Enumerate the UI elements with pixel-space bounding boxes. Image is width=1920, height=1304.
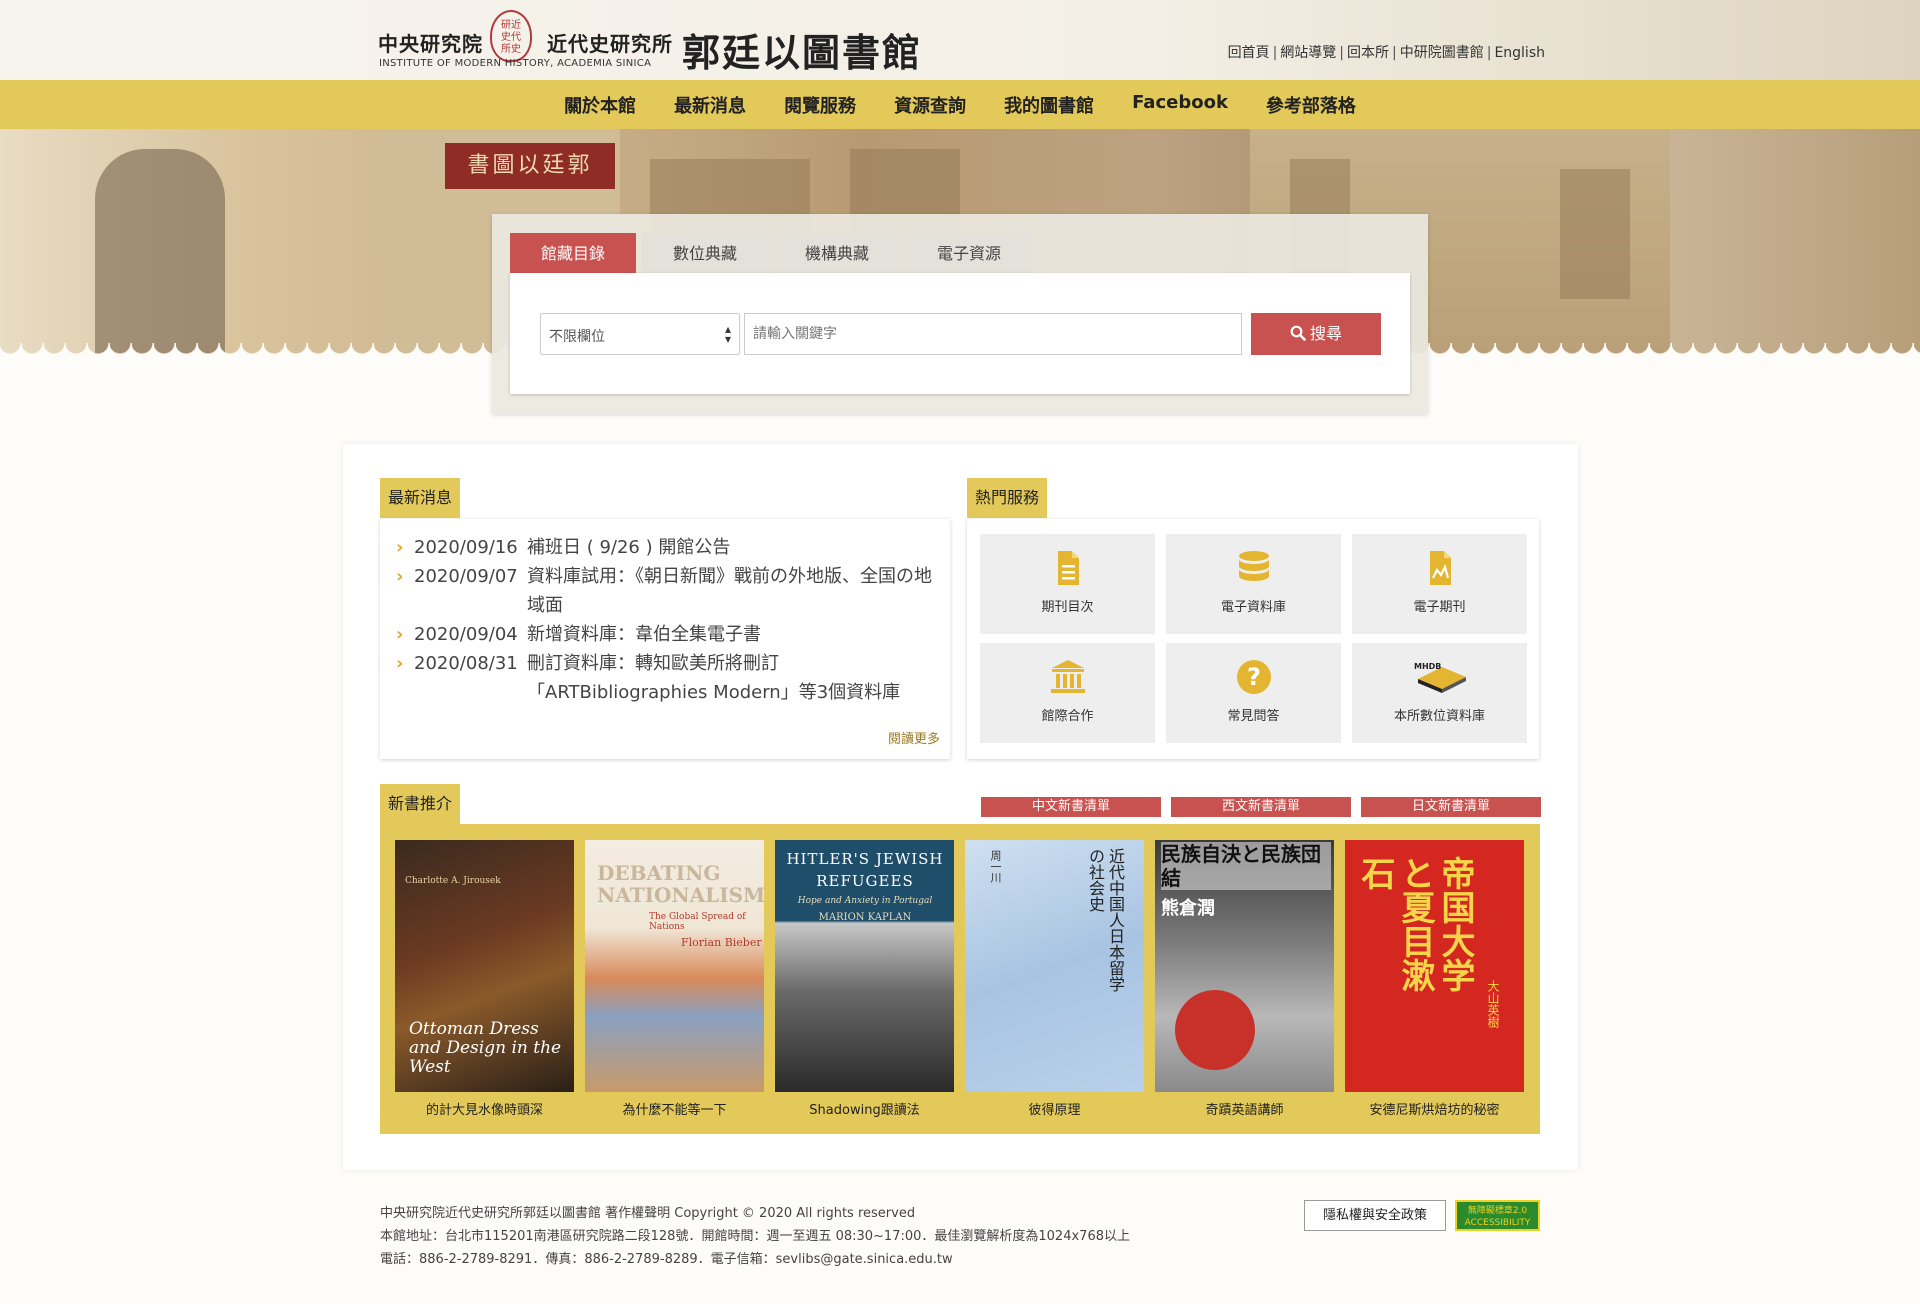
western-booklist-button[interactable]: 西文新書清單 <box>1171 797 1351 817</box>
accessibility-badge[interactable]: 無障礙標章2.0 ACCESSIBILITY <box>1455 1200 1540 1231</box>
tab-e-resources[interactable]: 電子資源 <box>906 233 1032 273</box>
search-icon <box>1290 325 1306 341</box>
news-item[interactable]: › 2020/09/04 新增資料庫：韋伯全集電子書 <box>396 620 950 649</box>
link-sinica-library[interactable]: 中研院圖書館 <box>1400 45 1484 61</box>
book-cover: 周一川 近代中国人日本留学の社会史 <box>965 840 1144 1092</box>
link-home[interactable]: 回首頁 <box>1228 45 1270 61</box>
search-tabs: 館藏目錄 數位典藏 機構典藏 電子資源 <box>510 233 1032 273</box>
search-box: 館藏目錄 數位典藏 機構典藏 電子資源 不限欄位 ▴▾ 搜尋 <box>492 214 1428 414</box>
tab-institutional-repository[interactable]: 機構典藏 <box>774 233 900 273</box>
book-cover: Charlotte A. Jirousek Ottoman Dress and … <box>395 840 574 1092</box>
tab-catalog[interactable]: 館藏目錄 <box>510 233 636 273</box>
tab-digital-archives[interactable]: 數位典藏 <box>642 233 768 273</box>
portrait-figure <box>95 149 225 369</box>
footer-info: 中央研究院近代史研究所郭廷以圖書館 著作權聲明 Copyright © 2020… <box>380 1202 1130 1271</box>
nav-resources[interactable]: 資源查詢 <box>894 92 966 118</box>
service-journal-toc[interactable]: 期刊目次 <box>980 534 1155 634</box>
svg-text:MHDB: MHDB <box>1414 662 1441 671</box>
service-digital-db[interactable]: MHDB 本所數位資料庫 <box>1352 643 1527 743</box>
library-name[interactable]: 郭廷以圖書館 <box>682 22 922 77</box>
privacy-policy-button[interactable]: 隱私權與安全政策 <box>1304 1200 1446 1231</box>
service-e-journals[interactable]: 電子期刊 <box>1352 534 1527 634</box>
nav-facebook[interactable]: Facebook <box>1132 92 1228 118</box>
chevron-right-icon: › <box>396 566 404 587</box>
news-item[interactable]: › 2020/08/31 刪訂資料庫：轉知歐美所將刪訂「ARTBibliograph… <box>396 649 950 707</box>
question-icon: ? <box>1236 660 1271 694</box>
japanese-booklist-button[interactable]: 日文新書清單 <box>1361 797 1541 817</box>
svg-text:?: ? <box>1247 663 1261 691</box>
book-cover: DEBATING NATIONALISM The Global Spread o… <box>585 840 764 1092</box>
document-icon <box>1057 551 1079 585</box>
link-english[interactable]: English <box>1494 45 1545 61</box>
footer-copyright: 中央研究院近代史研究所郭廷以圖書館 著作權聲明 Copyright © 2020… <box>380 1206 916 1221</box>
services-heading: 熱門服務 <box>967 478 1048 518</box>
book-cover: 帝国大学と夏目漱石 大山英樹 <box>1345 840 1524 1092</box>
nav-my-library[interactable]: 我的圖書館 <box>1004 92 1094 118</box>
news-heading: 最新消息 <box>380 478 461 518</box>
book-cover: HITLER'S JEWISH REFUGEES Hope and Anxiet… <box>775 840 954 1092</box>
keyword-input[interactable] <box>744 313 1242 355</box>
book-item[interactable]: HITLER'S JEWISH REFUGEES Hope and Anxiet… <box>775 840 954 1118</box>
link-sitemap[interactable]: 網站導覽 <box>1280 45 1336 61</box>
select-arrows-icon: ▴ ▾ <box>724 322 731 346</box>
main-content: 最新消息 › 2020/09/16 補班日 ( 9/26 ) 開館公告 › 2020/… <box>343 444 1578 1170</box>
seal-icon: 研近 史代 所史 <box>490 10 532 62</box>
news-item[interactable]: › 2020/09/07 資料庫試用：《朝日新聞》戰前の外地版、全国の地域面 <box>396 562 950 620</box>
footer-address: 本館地址：台北市115201南港區研究院路二段128號．開館時間：週一至週五 0… <box>380 1229 1130 1244</box>
nav-about[interactable]: 關於本館 <box>564 92 636 118</box>
read-more-link[interactable]: 閱讀更多 <box>888 728 940 747</box>
nav-services[interactable]: 閱覽服務 <box>784 92 856 118</box>
book-item[interactable]: 周一川 近代中国人日本留学の社会史 彼得原理 <box>965 840 1144 1118</box>
top-links: 回首頁 | 網站導覽 | 回本所 | 中研院圖書館 | English <box>1227 45 1545 61</box>
library-sign: 書圖以廷郭 <box>445 143 615 189</box>
mhdb-icon: MHDB <box>1414 662 1466 693</box>
site-header: 中央研究院 近代史研究所 研近 史代 所史 INSTITUTE OF MODERN H… <box>0 0 1920 80</box>
footer-contact: 電話：886-2-2789-8291．傳真：886-2-2789-8289．電子… <box>380 1252 953 1267</box>
service-faq[interactable]: ? 常見問答 <box>1166 643 1341 743</box>
news-panel: › 2020/09/16 補班日 ( 9/26 ) 開館公告 › 2020/09/07… <box>380 519 950 759</box>
services-panel: 期刊目次 電子資料庫 電子期刊 館際合作 ? 常見問答 MHDB 本所數位資料庫 <box>967 519 1539 759</box>
chevron-right-icon: › <box>396 537 404 558</box>
chinese-booklist-button[interactable]: 中文新書清單 <box>981 797 1161 817</box>
nav-blog[interactable]: 參考部落格 <box>1266 92 1356 118</box>
link-institute[interactable]: 回本所 <box>1347 45 1389 61</box>
nav-news[interactable]: 最新消息 <box>674 92 746 118</box>
book-item[interactable]: Charlotte A. Jirousek Ottoman Dress and … <box>395 840 574 1118</box>
main-nav: 關於本館 最新消息 閱覽服務 資源查詢 我的圖書館 Facebook 參考部落格 <box>0 80 1920 129</box>
database-icon <box>1238 551 1269 581</box>
chart-document-icon <box>1429 551 1451 585</box>
book-item[interactable]: DEBATING NATIONALISM The Global Spread o… <box>585 840 764 1118</box>
service-interlibrary[interactable]: 館際合作 <box>980 643 1155 743</box>
org-name: 中央研究院 <box>378 32 483 56</box>
chevron-right-icon: › <box>396 653 404 674</box>
institution-icon <box>1050 660 1085 693</box>
field-select[interactable]: 不限欄位 ▴ ▾ <box>540 313 740 355</box>
new-books-shelf: Charlotte A. Jirousek Ottoman Dress and … <box>380 824 1540 1134</box>
book-cover: 民族自決と民族団結 熊倉潤 <box>1155 840 1334 1092</box>
book-item[interactable]: 帝国大学と夏目漱石 大山英樹 安德尼斯烘焙坊的秘密 <box>1345 840 1524 1118</box>
search-panel: 不限欄位 ▴▾ 搜尋 <box>510 273 1410 394</box>
institute-name-en: INSTITUTE OF MODERN HISTORY, ACADEMIA SI… <box>379 58 652 69</box>
booklist-buttons: 中文新書清單 西文新書清單 日文新書清單 <box>981 797 1541 817</box>
new-books-heading: 新書推介 <box>380 784 461 824</box>
search-button[interactable]: 搜尋 <box>1251 313 1381 355</box>
institute-name: 近代史研究所 <box>547 32 673 56</box>
news-item[interactable]: › 2020/09/16 補班日 ( 9/26 ) 開館公告 <box>396 533 950 562</box>
chevron-right-icon: › <box>396 624 404 645</box>
service-e-database[interactable]: 電子資料庫 <box>1166 534 1341 634</box>
book-item[interactable]: 民族自決と民族団結 熊倉潤 奇蹟英語講師 <box>1155 840 1334 1118</box>
